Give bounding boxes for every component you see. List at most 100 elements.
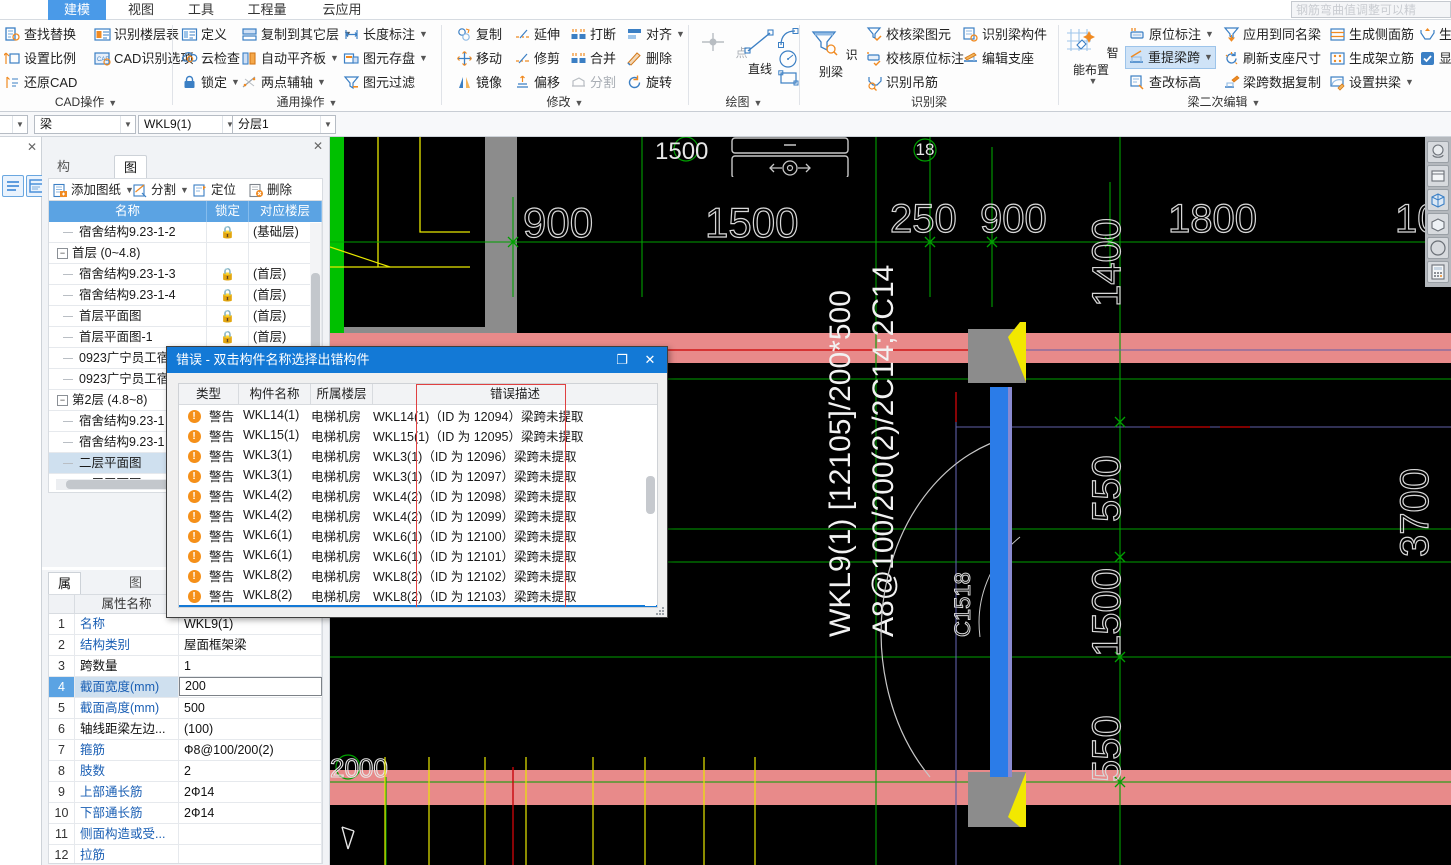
chevron-down-icon[interactable]: ▼ [1405,71,1414,94]
ribbon-btn-recognize-hanger-bar[interactable]: 识别吊筋 [864,71,940,94]
ribbon-btn-define[interactable]: 定义 [179,23,229,46]
property-row[interactable]: 2 结构类别 屋面框架梁 [49,635,322,656]
ribbon-group-label[interactable]: 修改 ▼ [442,93,688,110]
ribbon-btn-auto-align-slab[interactable]: 自动平齐板 ▼ [239,47,341,70]
ribbon-btn-merge[interactable]: 合并 [568,47,618,70]
expander-icon[interactable]: − [57,248,68,260]
drawing-tool-locate[interactable]: 定位 [193,181,236,199]
property-value[interactable]: Ф8@100/200(2) [179,740,322,760]
tab-property-list[interactable]: 属性列表 [48,572,82,657]
property-row[interactable]: 5 截面高度(mm) 500 [49,698,322,719]
error-component-name[interactable]: WKL3(1) [243,448,311,462]
drawing-list-row[interactable]: 首层平面图-1 🔒 (首层) [49,327,322,348]
drawing-tool-delete[interactable]: 删除 [249,181,292,199]
ribbon-btn-restore-cad[interactable]: 还原CAD [2,71,79,94]
tab-quantity[interactable]: 工程量 [235,0,299,20]
property-value[interactable]: 2Ф14 [179,782,322,802]
ribbon-btn-find-replace[interactable]: 查找替换 [2,23,78,46]
property-row[interactable]: 12 拉筋 [49,845,322,863]
error-row[interactable]: ! 警告 WKL4(2) 电梯机房 WKL4(2)（ID 为 12099）梁跨未提取 [179,505,657,525]
error-row[interactable]: ! 警告 WKL15(1) 电梯机房 WKL15(1)（ID 为 12095）梁跨未提取 [179,425,657,445]
error-component-name[interactable]: WKL4(2) [243,488,311,502]
ribbon-btn-delete[interactable]: 删除 [624,47,674,70]
ribbon-btn-edit-support[interactable]: 编辑支座 [960,47,1036,70]
error-dialog[interactable]: 错误 - 双击构件名称选择出错构件 ❐ ✕ 类型 构件名称 所属楼层 错误描述 … [166,346,668,618]
error-component-name[interactable]: WKL8(2) [243,568,311,582]
ribbon-btn-break[interactable]: 打断 [568,23,618,46]
ribbon-btn-move[interactable]: 移动 [454,47,504,70]
ribbon-btn-rotate[interactable]: 旋转 [624,71,674,94]
property-row[interactable]: 8 肢数 2 [49,761,322,782]
property-value[interactable]: 1 [179,656,322,676]
chevron-down-icon[interactable]: ▼ [317,71,326,94]
ribbon-btn-cloud-check[interactable]: 云检查 [179,47,242,70]
ribbon-btn-check-in-situ-label[interactable]: 校核原位标注 [864,47,966,70]
error-row[interactable]: ! 警告 WKL6(1) 电梯机房 WKL6(1)（ID 为 12101）梁跨未提取 [179,545,657,565]
ribbon-btn-copy-to-other-floor[interactable]: 复制到其它层 ▼ [239,23,354,46]
property-value[interactable]: 2Ф14 [179,803,322,823]
ribbon-group-label[interactable]: CAD操作 ▼ [0,93,172,110]
ribbon-btn-element-save[interactable]: 图元存盘 ▼ [341,47,430,70]
property-row[interactable]: 3 跨数量 1 [49,656,322,677]
drawing-tool-add[interactable]: 添加图纸 ▼ [53,181,134,199]
chevron-down-icon[interactable]: ▼ [419,47,428,70]
property-row[interactable]: 4 截面宽度(mm) 200 [49,677,322,698]
ribbon-btn-set-scale[interactable]: 设置比例 [2,47,78,70]
ribbon-btn-align[interactable]: 对齐 ▼ [624,23,687,46]
ribbon-btn-recognize-beam-component[interactable]: 识别梁构件 [960,23,1049,46]
tab-component-list[interactable]: 构件列表 [48,155,79,243]
lock-icon[interactable] [207,243,249,263]
checkbox-checked-icon[interactable] [1419,50,1436,67]
tab-view[interactable]: 视图 [115,0,167,20]
property-value-input[interactable]: 200 [179,677,322,696]
orbit-icon[interactable] [1427,237,1449,259]
tab-drawing-management[interactable]: 图纸管理 [114,155,148,244]
ribbon-group-label[interactable]: 绘图 ▼ [689,93,799,110]
ribbon-btn-check-beam-element[interactable]: 校核梁图元 [864,23,953,46]
chevron-down-icon[interactable]: ▼ [1065,76,1121,86]
chevron-down-icon[interactable]: ▼ [120,116,135,133]
error-row[interactable]: ! 警告 WKL8(2) 电梯机房 WKL8(2)（ID 为 12102）梁跨未提取 [179,565,657,585]
chevron-down-icon[interactable]: ▼ [180,181,189,199]
tab-tools[interactable]: 工具 [175,0,227,20]
close-icon[interactable]: ✕ [27,140,37,154]
ribbon-btn-query-modify-elevation[interactable]: 查改标高 [1127,71,1203,94]
ribbon-btn-offset[interactable]: 偏移 [512,71,562,94]
error-dialog-titlebar[interactable]: 错误 - 双击构件名称选择出错构件 ❐ ✕ [167,347,667,373]
front-view-icon[interactable] [1427,213,1449,235]
calculator-icon[interactable] [1427,261,1449,283]
component-list-toggle[interactable] [2,175,24,197]
tab-layer-management[interactable]: 图层管理 [120,572,151,656]
ribbon-btn-split[interactable]: 分割 [568,71,618,94]
component-type-select[interactable]: 梁 ▼ [34,115,136,134]
expander-icon[interactable]: − [57,395,68,407]
error-component-name[interactable]: WKL4(2) [243,508,311,522]
error-component-name[interactable]: WKL6(1) [243,528,311,542]
ribbon-btn-copy[interactable]: 复制 [454,23,504,46]
tab-cloud-apps[interactable]: 云应用 [310,0,374,20]
component-name-select[interactable]: WKL9(1) ▼ [138,115,238,134]
property-value[interactable]: 500 [179,698,322,718]
property-row[interactable]: 7 箍筋 Ф8@100/200(2) [49,740,322,761]
chevron-down-icon[interactable]: ▼ [320,116,335,133]
properties-table[interactable]: 属性名称 1 名称 WKL9(1) 2 结构类别 屋面框架梁 3 跨数量 1 4 截面宽度(mm) 2… [48,594,323,864]
lock-icon[interactable]: 🔒 [207,222,249,242]
chevron-down-icon[interactable]: ▼ [12,116,27,133]
error-list-scrollbar[interactable] [645,406,656,606]
ribbon-btn-show-hanger-bar[interactable]: 显示吊筋 [1417,47,1451,70]
ribbon-btn-recognize-floor-table[interactable]: 识别楼层表 [92,23,181,46]
lock-icon[interactable]: 🔒 [207,264,249,284]
chevron-down-icon[interactable]: ▼ [1204,46,1213,69]
layer-select[interactable]: 分层1 ▼ [232,115,336,134]
drawing-list-row[interactable]: − 首层 (0~4.8) [49,243,322,264]
top-view-icon[interactable] [1427,165,1449,187]
ribbon-btn-rectangle[interactable] [777,69,801,90]
error-row[interactable]: !警告WKL9(1)电梯机房WKL9(1)（ID 为 12105）梁跨未提取 [179,605,657,607]
drawing-list-row[interactable]: 宿舍结构9.23-1-3 🔒 (首层) [49,264,322,285]
drawing-tool-split[interactable]: 分割 ▼ [133,181,189,199]
property-value[interactable]: 2 [179,761,322,781]
category-select[interactable]: ▼ [0,115,28,134]
pan-view-icon[interactable] [1427,141,1449,163]
property-row[interactable]: 10 下部通长筋 2Ф14 [49,803,322,824]
property-value[interactable] [179,824,322,844]
